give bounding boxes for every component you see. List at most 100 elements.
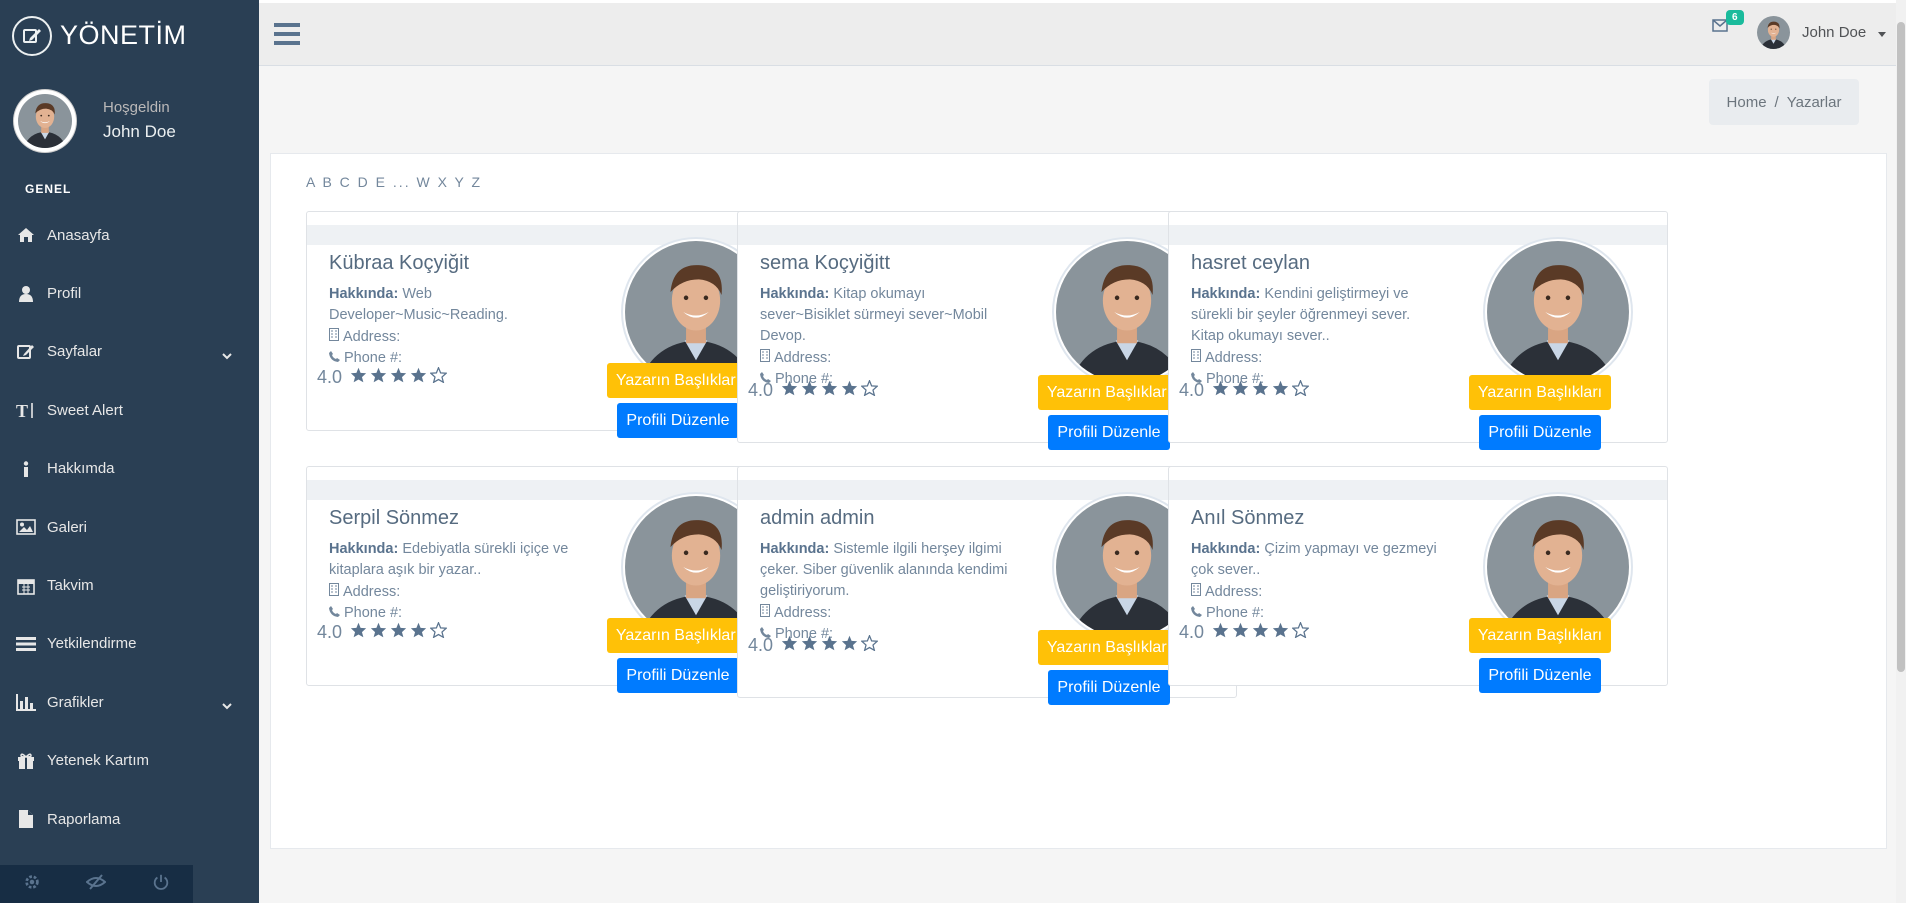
sidebar-item-anasayfa[interactable]: Anasayfa [0, 206, 259, 264]
edit-profile-button[interactable]: Profili Düzenle [1048, 415, 1170, 450]
sidebar-item-hakkımda[interactable]: Hakkımda [0, 440, 259, 498]
author-contact: Address: Phone #: [1191, 581, 1264, 623]
sidebar-item-grafikler[interactable]: Grafikler [0, 673, 259, 731]
address-label: Address: [774, 604, 832, 621]
author-contact: Address: Phone #: [329, 581, 402, 623]
rating-value: 4.0 [748, 635, 774, 655]
author-about: Hakkında: Kendini geliştirmeyi ve sürekl… [1191, 284, 1446, 347]
authors-panel: A B C D E ... W X Y Z Kübraa Koçyiğit Hak… [270, 153, 1887, 849]
star-filled-icon [350, 367, 367, 388]
breadcrumb-home-link[interactable]: Home [1727, 94, 1767, 111]
phone-icon [1191, 605, 1202, 621]
building-icon [329, 583, 339, 600]
sidebar-item-galeri[interactable]: Galeri [0, 498, 259, 556]
eye-slash-icon[interactable] [85, 873, 107, 896]
sidebar-item-takvim[interactable]: Takvim [0, 556, 259, 614]
avatar [1757, 16, 1790, 49]
author-titles-button[interactable]: Yazarın Başlıkları [607, 618, 749, 653]
star-filled-icon [410, 622, 427, 643]
sidebar-item-label: Galeri [47, 518, 88, 536]
sidebar-item-raporlama[interactable]: Raporlama [0, 790, 259, 848]
top-navbar: 6 John Doe [259, 3, 1905, 66]
author-rating: 4.0 [1179, 379, 1310, 401]
sidebar-item-yetenek-kartım[interactable]: Yetenek Kartım [0, 732, 259, 790]
sidebar-item-label: Hakkımda [47, 460, 115, 478]
scrollbar[interactable] [1896, 0, 1906, 903]
edit-profile-button[interactable]: Profili Düzenle [617, 403, 739, 438]
about-label: Hakkında: [1191, 286, 1261, 302]
author-name: hasret ceylan [1191, 252, 1310, 274]
author-card: Serpil Sönmez Hakkında: Edebiyatla sürekl… [306, 466, 806, 693]
sidebar-item-profil[interactable]: Profil [0, 264, 259, 322]
user-icon [15, 283, 37, 305]
address-label: Address: [1205, 583, 1263, 600]
menu-toggle-icon[interactable] [274, 23, 300, 50]
sidebar-footer [0, 865, 193, 903]
star-filled-icon [1272, 380, 1289, 401]
caret-down-icon [1878, 24, 1887, 41]
card-header [1169, 225, 1667, 245]
star-filled-icon [781, 635, 798, 656]
building-icon [760, 349, 770, 366]
rating-value: 4.0 [317, 622, 343, 642]
author-titles-button[interactable]: Yazarın Başlıkları [1038, 630, 1180, 665]
user-dropdown[interactable]: John Doe [1757, 16, 1887, 49]
menu-section-title: GENEL [25, 182, 72, 196]
edit-logo-icon [12, 15, 52, 56]
author-card: Kübraa Koçyiğit Hakkında: Web Developer~M… [306, 211, 806, 438]
edit-profile-button[interactable]: Profili Düzenle [1048, 670, 1170, 705]
alphabet-filter[interactable]: A B C D E ... W X Y Z [306, 174, 482, 190]
card-header [307, 480, 805, 500]
star-filled-icon [781, 380, 798, 401]
author-titles-button[interactable]: Yazarın Başlıkları [607, 363, 749, 398]
sidebar-item-label: Sweet Alert [47, 401, 123, 419]
edit-profile-button[interactable]: Profili Düzenle [1479, 415, 1601, 450]
author-titles-button[interactable]: Yazarın Başlıkları [1469, 618, 1611, 653]
scrollbar-thumb[interactable] [1897, 22, 1905, 672]
phone-icon [329, 605, 340, 621]
address-label: Address: [343, 583, 401, 600]
star-filled-icon [350, 622, 367, 643]
about-label: Hakkında: [1191, 541, 1261, 557]
star-filled-icon [410, 367, 427, 388]
star-filled-icon [1252, 380, 1269, 401]
breadcrumb-separator: / [1774, 93, 1779, 111]
sidebar: YÖNETİM Hoşgeldin John Doe GENEL Anasayf… [0, 0, 259, 903]
author-about: Hakkında: Web Developer~Music~Reading. [329, 284, 584, 326]
building-icon [760, 604, 770, 621]
avatar [13, 88, 77, 153]
about-label: Hakkında: [329, 541, 399, 557]
sidebar-item-sayfalar[interactable]: Sayfalar [0, 323, 259, 381]
author-titles-button[interactable]: Yazarın Başlıkları [1469, 375, 1611, 410]
edit-profile-button[interactable]: Profili Düzenle [617, 658, 739, 693]
address-label: Address: [774, 349, 832, 366]
author-card: sema Koçyiğitt Hakkında: Kitap okumayı se… [737, 211, 1237, 450]
sidebar-item-yetkilendirme[interactable]: Yetkilendirme [0, 615, 259, 673]
author-titles-button[interactable]: Yazarın Başlıkları [1038, 375, 1180, 410]
author-name: Anıl Sönmez [1191, 507, 1305, 529]
sidebar-profile: Hoşgeldin John Doe [0, 71, 259, 170]
phone-label: Phone #: [1206, 604, 1265, 621]
edit-icon [15, 341, 37, 363]
phone-label: Phone #: [344, 604, 403, 621]
star-filled-icon [801, 380, 818, 401]
chevron-down-icon [222, 697, 232, 714]
sidebar-item-sweet-alert[interactable]: T Sweet Alert [0, 381, 259, 439]
star-empty-icon [429, 366, 448, 388]
card-header [1169, 480, 1667, 500]
star-filled-icon [821, 635, 838, 656]
rating-value: 4.0 [1179, 622, 1205, 642]
about-label: Hakkında: [760, 286, 830, 302]
author-name: Kübraa Koçyiğit [329, 252, 470, 274]
welcome-text: Hoşgeldin [103, 99, 170, 116]
sidebar-item-label: Yetenek Kartım [47, 752, 150, 770]
building-icon [329, 328, 339, 345]
gear-icon[interactable] [23, 873, 41, 896]
brand[interactable]: YÖNETİM [0, 0, 259, 71]
star-filled-icon [821, 380, 838, 401]
author-card: Anıl Sönmez Hakkında: Çizim yapmayı ve ge… [1168, 466, 1668, 693]
author-name: sema Koçyiğitt [760, 252, 891, 274]
user-name: John Doe [1802, 24, 1867, 41]
power-icon[interactable] [152, 873, 170, 896]
edit-profile-button[interactable]: Profili Düzenle [1479, 658, 1601, 693]
